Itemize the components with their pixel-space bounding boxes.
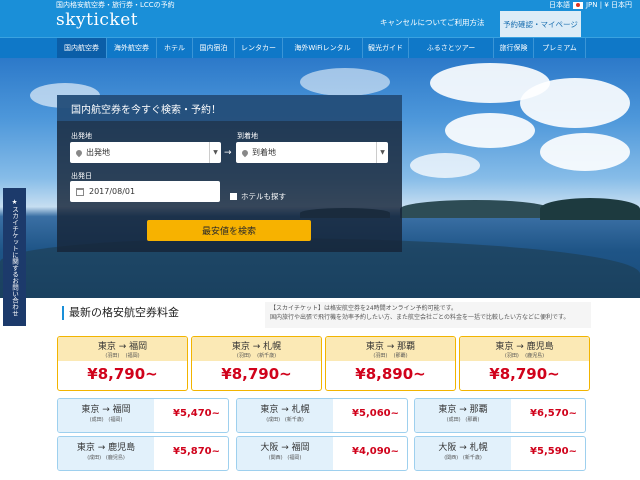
fare-route: 東京 → 那覇 bbox=[365, 342, 416, 352]
fare-route-block: 東京 → 札幌 (成田) (新千歳) bbox=[237, 399, 333, 432]
nav-wifi-rental[interactable]: 海外WiFiレンタル bbox=[283, 38, 363, 58]
notice-line-1: 【スカイチケット】は格安航空券を24時間オンライン予約可能です。 bbox=[270, 305, 458, 312]
star-icon: ★ bbox=[10, 197, 19, 206]
fare-airports: (成田) (那覇) bbox=[446, 417, 480, 423]
nav-rental-car[interactable]: レンタカー bbox=[235, 38, 283, 58]
fare-card[interactable]: 東京 → 鹿児島 (成田) (鹿児島) ¥5,870~ bbox=[57, 436, 229, 471]
fare-card[interactable]: 東京 → 那覇 (成田) (那覇) ¥6,570~ bbox=[414, 398, 586, 433]
nav-international-flights[interactable]: 海外航空券 bbox=[107, 38, 157, 58]
map-pin-icon bbox=[240, 148, 250, 157]
fare-route: 東京 → 那覇 bbox=[438, 405, 488, 415]
fare-route: 大阪 → 札幌 bbox=[438, 443, 488, 453]
fare-price: ¥8,790~ bbox=[221, 365, 292, 383]
main-nav: 国内航空券 海外航空券 ホテル 国内宿泊 レンタカー 海外WiFiレンタル 観光… bbox=[0, 37, 640, 58]
fare-route-block: 大阪 → 札幌 (関西) (新千歳) bbox=[415, 437, 511, 470]
nav-travel-guide[interactable]: 観光ガイド bbox=[363, 38, 409, 58]
origin-label: 出発地 bbox=[71, 132, 92, 140]
fare-price: ¥5,060~ bbox=[352, 408, 399, 419]
map-pin-icon bbox=[74, 148, 84, 157]
language-bar: 日本語 JPN | ¥ 日本円 bbox=[549, 0, 632, 10]
fare-route: 東京 → 福岡 bbox=[97, 342, 148, 352]
fare-route: 東京 → 鹿児島 bbox=[76, 443, 136, 453]
nav-domestic-flights[interactable]: 国内航空券 bbox=[57, 38, 107, 58]
destination-label: 到着地 bbox=[237, 132, 258, 140]
search-lowest-price-button[interactable]: 最安値を検索 bbox=[147, 220, 311, 241]
destination-select[interactable]: 到着地 ▼ bbox=[236, 142, 388, 163]
departure-date-input[interactable]: 2017/08/01 bbox=[70, 181, 220, 202]
site-logo[interactable]: skyticket bbox=[56, 10, 138, 30]
contact-side-tab-label: スカイチケットに関するお問い合わせ bbox=[10, 205, 19, 317]
fare-route: 東京 → 鹿児島 bbox=[495, 342, 554, 352]
site-header: 国内格安航空券・旅行券・LCCの予約 skyticket 日本語 JPN | ¥… bbox=[0, 0, 640, 37]
fare-airports: (成田) (鹿児島) bbox=[87, 455, 125, 461]
fare-price: ¥5,590~ bbox=[530, 446, 577, 457]
fare-route-header: 東京 → 札幌 (羽田) (新千歳) bbox=[192, 337, 321, 361]
fare-route-block: 東京 → 福岡 (成田) (福岡) bbox=[58, 399, 154, 432]
chevron-down-icon: ▼ bbox=[209, 142, 221, 163]
fare-card[interactable]: 大阪 → 福岡 (関西) (福岡) ¥4,090~ bbox=[236, 436, 408, 471]
fare-card[interactable]: 東京 → 福岡 (成田) (福岡) ¥5,470~ bbox=[57, 398, 229, 433]
destination-select-value: 到着地 bbox=[252, 148, 276, 157]
fare-route-header: 東京 → 鹿児島 (羽田) (鹿児島) bbox=[460, 337, 589, 361]
chevron-down-icon: ▼ bbox=[376, 142, 388, 163]
fare-airports: (羽田) (福岡) bbox=[105, 353, 140, 359]
fare-airports: (羽田) (鹿児島) bbox=[504, 353, 545, 359]
fare-price: ¥8,890~ bbox=[355, 365, 426, 383]
fare-airports: (成田) (福岡) bbox=[89, 417, 123, 423]
fare-airports: (羽田) (新千歳) bbox=[236, 353, 277, 359]
fare-price: ¥5,870~ bbox=[173, 446, 220, 457]
fare-route-header: 東京 → 那覇 (羽田) (那覇) bbox=[326, 337, 455, 361]
search-panel-title: 国内航空券を今すぐ検索・予約！ bbox=[57, 95, 402, 121]
departure-date-value: 2017/08/01 bbox=[89, 187, 136, 196]
region-selector[interactable]: JPN | ¥ 日本円 bbox=[586, 0, 632, 10]
cancel-policy-link[interactable]: キャンセルについて bbox=[380, 17, 447, 28]
nav-hotel[interactable]: ホテル bbox=[157, 38, 193, 58]
nav-travel-insurance[interactable]: 旅行保険 bbox=[494, 38, 534, 58]
nav-domestic-lodging[interactable]: 国内宿泊 bbox=[193, 38, 235, 58]
site-notice: 【スカイチケット】は格安航空券を24時間オンライン予約可能です。 国内旅行や出張… bbox=[265, 302, 591, 328]
featured-fare-card[interactable]: 東京 → 鹿児島 (羽田) (鹿児島) ¥8,790~ bbox=[459, 336, 590, 391]
fare-airports: (羽田) (那覇) bbox=[373, 353, 408, 359]
nav-premium[interactable]: プレミアム bbox=[534, 38, 586, 58]
fare-card[interactable]: 東京 → 札幌 (成田) (新千歳) ¥5,060~ bbox=[236, 398, 408, 433]
origin-select-value: 出発地 bbox=[86, 148, 110, 157]
fare-price: ¥5,470~ bbox=[173, 408, 220, 419]
fare-price: ¥8,790~ bbox=[87, 365, 158, 383]
latest-fares-heading: 最新の格安航空券料金 bbox=[62, 306, 179, 320]
hotel-checkbox[interactable] bbox=[230, 193, 237, 200]
contact-side-tab[interactable]: ★ スカイチケットに関するお問い合わせ bbox=[3, 188, 26, 326]
fare-route: 大阪 → 福岡 bbox=[260, 443, 310, 453]
fare-route-header: 東京 → 福岡 (羽田) (福岡) bbox=[58, 337, 187, 361]
fare-price: ¥6,570~ bbox=[530, 408, 577, 419]
calendar-icon bbox=[76, 187, 84, 196]
route-arrow-icon: → bbox=[224, 148, 232, 158]
fare-route-block: 東京 → 那覇 (成田) (那覇) bbox=[415, 399, 511, 432]
help-link[interactable]: ご利用方法 bbox=[447, 17, 485, 28]
featured-fare-card[interactable]: 東京 → 札幌 (羽田) (新千歳) ¥8,790~ bbox=[191, 336, 322, 391]
fare-price: ¥8,790~ bbox=[489, 365, 560, 383]
fare-route: 東京 → 福岡 bbox=[81, 405, 131, 415]
nav-furusato-tour[interactable]: ふるさとツアー bbox=[409, 38, 494, 58]
notice-line-2: 国内旅行や出張で飛行機を効率予約したい方、また航空会社ごとの料金を一括で比較した… bbox=[270, 314, 570, 321]
japan-flag-icon bbox=[572, 1, 583, 9]
departure-date-label: 出発日 bbox=[71, 172, 92, 180]
mypage-button[interactable]: 予約確認・マイページ bbox=[500, 11, 581, 37]
hotel-checkbox-row[interactable]: ホテルも探す bbox=[230, 191, 286, 202]
fare-route-block: 大阪 → 福岡 (関西) (福岡) bbox=[237, 437, 333, 470]
site-tagline: 国内格安航空券・旅行券・LCCの予約 bbox=[56, 1, 175, 9]
fare-card[interactable]: 大阪 → 札幌 (関西) (新千歳) ¥5,590~ bbox=[414, 436, 586, 471]
featured-fare-card[interactable]: 東京 → 福岡 (羽田) (福岡) ¥8,790~ bbox=[57, 336, 188, 391]
origin-select[interactable]: 出発地 ▼ bbox=[70, 142, 221, 163]
fare-route: 東京 → 札幌 bbox=[231, 342, 282, 352]
hotel-checkbox-label: ホテルも探す bbox=[241, 192, 286, 201]
fare-price: ¥4,090~ bbox=[352, 446, 399, 457]
fare-airports: (成田) (新千歳) bbox=[266, 417, 304, 423]
fare-route: 東京 → 札幌 bbox=[260, 405, 310, 415]
fare-airports: (関西) (福岡) bbox=[268, 455, 302, 461]
featured-fare-card[interactable]: 東京 → 那覇 (羽田) (那覇) ¥8,890~ bbox=[325, 336, 456, 391]
language-selector[interactable]: 日本語 bbox=[549, 0, 570, 10]
fare-airports: (関西) (新千歳) bbox=[444, 455, 482, 461]
fare-route-block: 東京 → 鹿児島 (成田) (鹿児島) bbox=[58, 437, 154, 470]
